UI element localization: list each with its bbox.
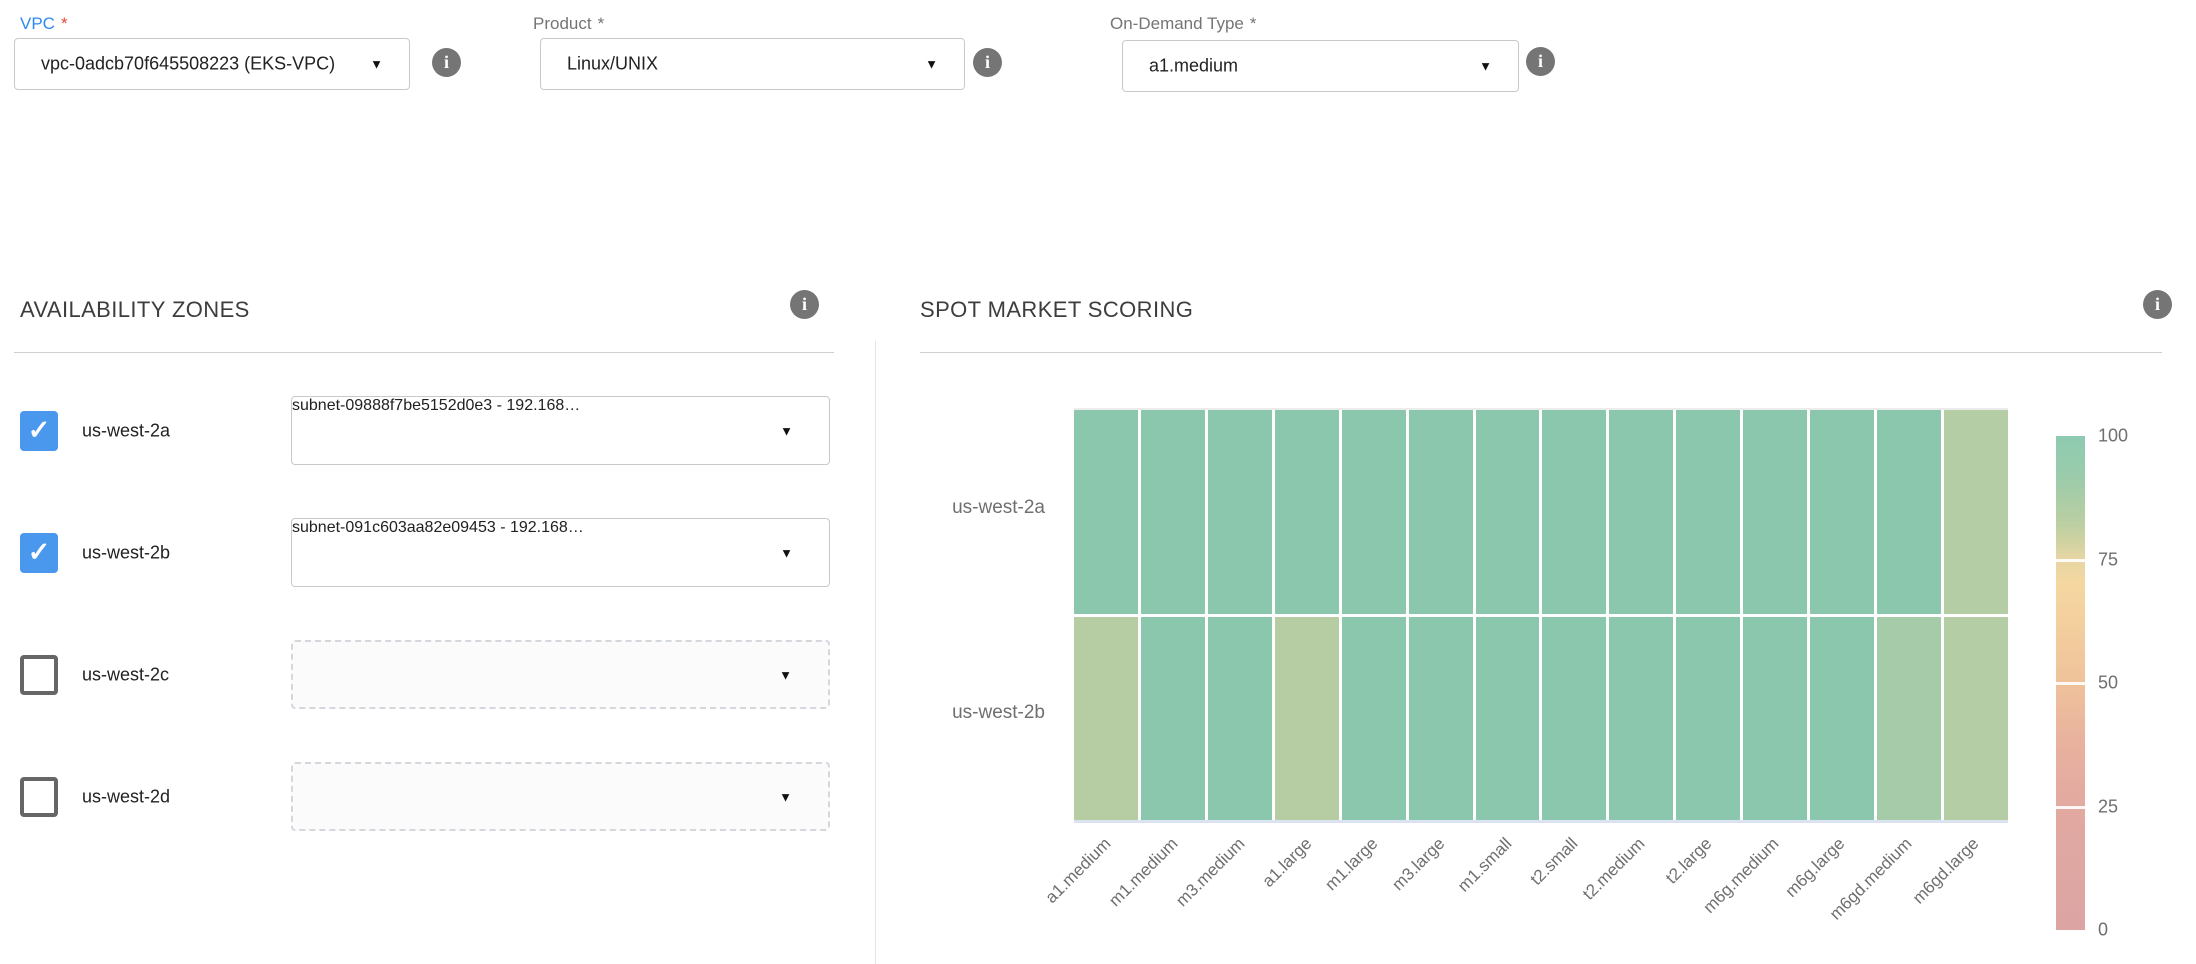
chevron-down-icon: ▼ [370,58,383,71]
heatmap-cell-us-west-2a-m1.medium[interactable] [1141,410,1205,614]
info-glyph: i [2155,294,2160,315]
colorbar-tick-75 [2056,559,2085,562]
on-demand-type-label: On-Demand Type * [1110,14,1257,34]
checkbox-us-west-2d[interactable] [20,777,58,817]
zone-label-us-west-2a: us-west-2a [82,420,170,441]
subnet-select-value: subnet-091c603aa82e09453 - 192.168… [292,519,584,536]
availability-zones-divider [14,352,834,353]
colorbar-label-75: 75 [2098,549,2118,570]
heatmap-row-label-us-west-2b: us-west-2b [810,702,1045,726]
required-asterisk: * [61,14,68,33]
chevron-down-icon: ▼ [779,790,792,803]
subnet-select-us-west-2a[interactable]: subnet-09888f7be5152d0e3 - 192.168… ▼ [291,396,830,465]
info-glyph: i [802,294,807,315]
az-row-us-west-2c: us-west-2c ▼ [20,640,850,709]
info-glyph: i [444,52,449,73]
az-row-us-west-2b: ✓ us-west-2b subnet-091c603aa82e09453 - 19… [20,518,850,587]
on-demand-type-select-value: a1.medium [1149,56,1238,77]
product-label: Product * [533,14,604,34]
subnet-select-us-west-2b[interactable]: subnet-091c603aa82e09453 - 192.168… ▼ [291,518,830,587]
heatmap-cell-us-west-2a-m6g.medium[interactable] [1743,410,1807,614]
required-asterisk: * [1250,14,1257,33]
spot-market-scoring-divider [920,352,2162,353]
info-glyph: i [985,52,990,73]
heatmap-cell-us-west-2b-t2.small[interactable] [1542,617,1606,821]
vpc-label-text: VPC [20,14,55,33]
product-info-icon[interactable]: i [973,48,1002,77]
heatmap-cell-us-west-2b-t2.medium[interactable] [1609,617,1673,821]
heatmap-cell-us-west-2b-a1.medium[interactable] [1074,617,1138,821]
info-glyph: i [1538,51,1543,72]
az-row-us-west-2a: ✓ us-west-2a subnet-09888f7be5152d0e3 - 19… [20,396,850,465]
product-label-text: Product [533,14,592,33]
heatmap-cell-us-west-2b-m6g.medium[interactable] [1743,617,1807,821]
vpc-select-value: vpc-0adcb70f645508223 (EKS-VPC) [41,54,335,75]
spot-market-scoring-title: SPOT MARKET SCORING [920,297,1193,323]
heatmap-cell-us-west-2b-m1.large[interactable] [1342,617,1406,821]
vpc-select[interactable]: vpc-0adcb70f645508223 (EKS-VPC) ▼ [14,38,410,90]
heatmap-cell-us-west-2a-a1.large[interactable] [1275,410,1339,614]
heatmap-cell-us-west-2a-t2.large[interactable] [1676,410,1740,614]
heatmap-cell-us-west-2a-t2.medium[interactable] [1609,410,1673,614]
colorbar-label-0: 0 [2098,920,2108,941]
chevron-down-icon: ▼ [780,546,793,559]
heatmap-cell-us-west-2a-m6gd.large[interactable] [1944,410,2008,614]
checkbox-us-west-2a[interactable]: ✓ [20,411,58,451]
on-demand-type-select[interactable]: a1.medium ▼ [1122,40,1519,92]
zone-label-us-west-2d: us-west-2d [82,786,170,807]
heatmap-cell-us-west-2b-a1.large[interactable] [1275,617,1339,821]
heatmap-cell-us-west-2b-m6gd.medium[interactable] [1877,617,1941,821]
heatmap-cell-us-west-2a-a1.medium[interactable] [1074,410,1138,614]
heatmap-cell-us-west-2a-m1.small[interactable] [1476,410,1540,614]
section-vertical-divider [875,341,876,964]
colorbar-label-100: 100 [2098,426,2128,447]
checkbox-us-west-2c[interactable] [20,655,58,695]
heatmap-cell-us-west-2b-m1.medium[interactable] [1141,617,1205,821]
chevron-down-icon: ▼ [1479,60,1492,73]
subnet-select-value: subnet-09888f7be5152d0e3 - 192.168… [292,397,580,414]
subnet-select-us-west-2c[interactable]: ▼ [291,640,830,709]
heatmap-cell-us-west-2b-m3.large[interactable] [1409,617,1473,821]
colorbar-tick-25 [2056,806,2085,809]
chevron-down-icon: ▼ [925,58,938,71]
colorbar-label-25: 25 [2098,796,2118,817]
spot-market-scoring-info-icon[interactable]: i [2143,290,2172,319]
zone-label-us-west-2c: us-west-2c [82,664,169,685]
product-select[interactable]: Linux/UNIX ▼ [540,38,965,90]
colorbar-label-50: 50 [2098,673,2118,694]
on-demand-type-info-icon[interactable]: i [1526,47,1555,76]
vpc-label: VPC * [20,14,68,34]
heatmap-cell-us-west-2b-t2.large[interactable] [1676,617,1740,821]
chevron-down-icon: ▼ [779,668,792,681]
zone-label-us-west-2b: us-west-2b [82,542,170,563]
heatmap-cell-us-west-2a-t2.small[interactable] [1542,410,1606,614]
chevron-down-icon: ▼ [780,424,793,437]
availability-zones-info-icon[interactable]: i [790,290,819,319]
product-select-value: Linux/UNIX [567,54,658,75]
checkbox-us-west-2b[interactable]: ✓ [20,533,58,573]
heatmap-cell-us-west-2b-m3.medium[interactable] [1208,617,1272,821]
heatmap-cell-us-west-2b-m6g.large[interactable] [1810,617,1874,821]
heatmap-cell-us-west-2b-m6gd.large[interactable] [1944,617,2008,821]
vpc-info-icon[interactable]: i [432,48,461,77]
heatmap-cell-us-west-2a-m6gd.medium[interactable] [1877,410,1941,614]
heatmap-col-label-a1.medium: a1.medium [967,834,1117,964]
heatmap-cell-us-west-2a-m1.large[interactable] [1342,410,1406,614]
spot-scoring-heatmap [1074,408,2008,823]
availability-zones-title: AVAILABILITY ZONES [20,297,250,323]
heatmap-cell-us-west-2a-m3.medium[interactable] [1208,410,1272,614]
colorbar-tick-50 [2056,682,2085,685]
required-asterisk: * [598,14,605,33]
heatmap-row-label-us-west-2a: us-west-2a [810,497,1045,521]
spot-market-config-page: VPC * vpc-0adcb70f645508223 (EKS-VPC) ▼ i… [0,0,2196,964]
heatmap-cell-us-west-2a-m6g.large[interactable] [1810,410,1874,614]
az-row-us-west-2d: us-west-2d ▼ [20,762,850,831]
on-demand-type-label-text: On-Demand Type [1110,14,1244,33]
heatmap-cell-us-west-2b-m1.small[interactable] [1476,617,1540,821]
subnet-select-us-west-2d[interactable]: ▼ [291,762,830,831]
heatmap-cell-us-west-2a-m3.large[interactable] [1409,410,1473,614]
score-colorbar [2056,436,2085,930]
